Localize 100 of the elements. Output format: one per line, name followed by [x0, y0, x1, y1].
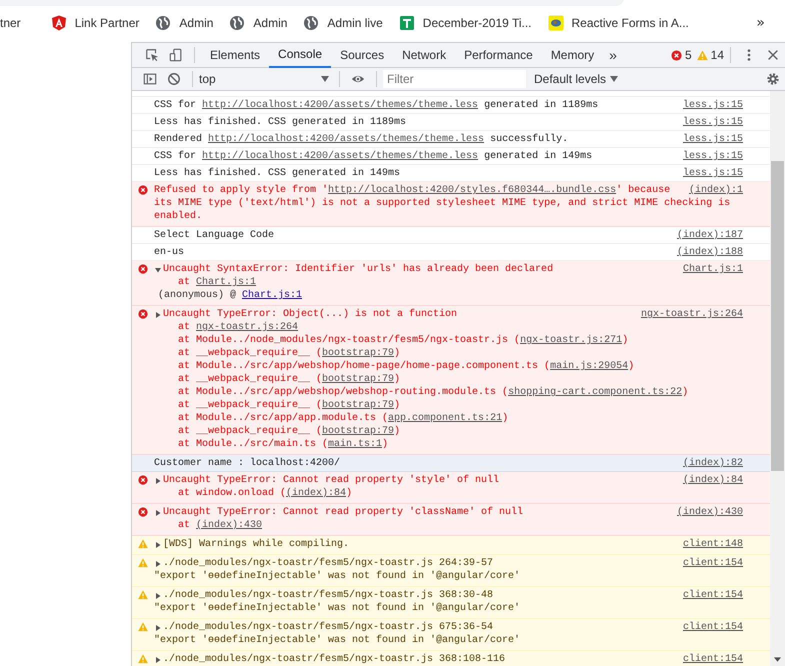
source-link[interactable]: http://localhost:4200/assets/themes/theme.less [202, 100, 478, 111]
source-link[interactable]: (index):84 [682, 474, 743, 487]
settings-icon[interactable] [766, 72, 780, 86]
message-text: Uncaught TypeError: Cannot read property 'style' of null [163, 474, 500, 487]
sidebar-toggle-icon[interactable] [143, 72, 157, 86]
scroll-down-icon[interactable] [774, 657, 781, 662]
error-count[interactable]: 5 [670, 48, 692, 62]
caret-icon[interactable] [155, 312, 161, 318]
bookmark[interactable]: December-2019 Ti... [388, 15, 538, 31]
source-link[interactable]: Chart.js:1 [242, 290, 302, 301]
image-icon [548, 15, 564, 31]
warning-count[interactable]: 14 [696, 48, 724, 62]
caret-icon[interactable] [155, 656, 161, 662]
source-link[interactable]: less.js:15 [682, 150, 743, 163]
scrollbar-thumb[interactable] [771, 161, 784, 471]
source-link[interactable]: bootstrap:79 [322, 400, 394, 411]
more-tabs-button[interactable]: » [603, 47, 623, 63]
caret-icon[interactable] [155, 592, 161, 598]
message-text: at __webpack_require__ (bootstrap:79) [177, 399, 400, 412]
source-link[interactable]: bootstrap:79 [322, 348, 394, 359]
message-text: ./node_modules/ngx-toastr/fesm5/ngx-toastr.js 368:30-48 [163, 589, 494, 602]
levels-dropdown[interactable]: Default levels [534, 72, 618, 86]
error-icon [670, 50, 682, 60]
error-icon [138, 264, 148, 274]
source-link[interactable]: (index):82 [682, 457, 743, 470]
devtools-tab[interactable]: Memory [542, 42, 604, 68]
message-text: at Module../src/app/webshop/home-page/home-page.component.ts (main.js:29054) [177, 360, 634, 373]
context-select[interactable]: top [199, 72, 333, 86]
source-link[interactable]: Chart.js:1 [196, 277, 256, 288]
devtools-tab[interactable]: Network [393, 42, 456, 68]
message-text: at __webpack_require__ (bootstrap:79) [177, 347, 400, 360]
message-text: "export 'ɵɵdefineInjectable' was not found in '@angular/core' [154, 634, 520, 647]
bookmark[interactable]: Admin [145, 15, 220, 31]
source-link[interactable]: client:154 [682, 557, 743, 570]
source-link[interactable]: (index):188 [676, 246, 743, 259]
message-text: Less has finished. CSS generated in 149ms [154, 167, 400, 180]
source-link[interactable]: client:148 [682, 538, 743, 551]
message-text: Uncaught TypeError: Cannot read property 'className' of null [163, 506, 524, 519]
source-link[interactable]: app.component.ts:21 [388, 413, 502, 424]
caret-icon[interactable] [155, 624, 161, 630]
caret-icon[interactable] [155, 478, 161, 484]
warning-icon [138, 622, 148, 632]
message-text: "export 'ɵɵdefineInjectable' was not found in '@angular/core' [154, 602, 520, 615]
message-text: CSS for http://localhost:4200/assets/themes/theme.less generated in 1189ms [154, 99, 598, 112]
devtools-tab[interactable]: Elements [201, 42, 270, 68]
source-link[interactable]: http://localhost:4200/assets/themes/theme.less [202, 151, 478, 162]
error-icon [138, 475, 148, 485]
caret-icon[interactable] [155, 560, 161, 566]
filter-field[interactable]: Filter [383, 70, 526, 88]
devtools-tab[interactable]: Sources [331, 42, 394, 68]
caret-icon[interactable] [155, 542, 161, 548]
source-link[interactable]: (index):84 [286, 488, 346, 499]
devtools-tab[interactable]: Performance [455, 42, 542, 68]
more-bookmarks-button[interactable]: » [756, 15, 765, 31]
caret-icon[interactable] [155, 266, 161, 272]
bookmark[interactable]: tner [0, 16, 27, 30]
source-link[interactable]: less.js:15 [682, 167, 743, 180]
source-link[interactable]: http://localhost:4200/styles.f680344….bundle.css [328, 185, 616, 196]
source-link[interactable]: shopping-cart.component.ts:22 [508, 387, 682, 398]
scrollbar[interactable] [770, 91, 785, 666]
source-link[interactable]: less.js:15 [682, 99, 743, 112]
source-link[interactable]: bootstrap:79 [322, 426, 394, 437]
source-link[interactable]: (index):430 [676, 506, 743, 519]
source-link[interactable]: (index):1 [688, 184, 743, 197]
bookmark[interactable]: Admin live [293, 15, 389, 31]
source-link[interactable]: (index):430 [196, 520, 262, 531]
source-link[interactable]: bootstrap:79 [322, 374, 394, 385]
message-text: at window.onload ((index):84) [177, 487, 352, 500]
message-text: at (index):430 [177, 519, 262, 532]
source-link[interactable]: main.js:29054 [550, 361, 628, 372]
source-link[interactable]: main.ts:1 [328, 439, 382, 450]
source-link[interactable]: client:154 [682, 589, 743, 602]
message-text: CSS for http://localhost:4200/assets/themes/theme.less generated in 149ms [154, 150, 592, 163]
bookmark[interactable]: Admin [219, 15, 294, 31]
device-icon[interactable] [169, 48, 183, 62]
bookmark[interactable]: Link Partner [40, 15, 146, 31]
bookmark[interactable]: Reactive Forms in A... [538, 15, 695, 31]
source-link[interactable]: http://localhost:4200/assets/themes/theme.less [208, 134, 484, 145]
close-icon[interactable] [766, 48, 780, 62]
source-link[interactable]: ngx-toastr.js:264 [196, 322, 298, 333]
call-site-text: (anonymous) @ Chart.js:1 [157, 289, 302, 302]
globe-icon [229, 15, 246, 31]
source-link[interactable]: ngx-toastr.js:271 [520, 335, 622, 346]
source-link[interactable]: client:154 [682, 653, 743, 666]
caret-icon[interactable] [155, 510, 161, 516]
source-link[interactable]: less.js:15 [682, 116, 743, 129]
message-text: at Module../node_modules/ngx-toastr/fesm5/ngx-toastr.js (ngx-toastr.js:271) [177, 334, 628, 347]
message-text: its MIME type ('text/html') is not a supported stylesheet MIME type, and strict MIME checking is [154, 197, 730, 210]
inspect-icon[interactable] [145, 48, 159, 62]
source-link[interactable]: (index):187 [676, 229, 743, 242]
message-text: Less has finished. CSS generated in 1189ms [154, 116, 406, 129]
source-link[interactable]: Chart.js:1 [682, 263, 743, 276]
message-text: Refused to apply style from 'http://localhost:4200/styles.f680344….bundle.css' because [154, 184, 670, 197]
message-text: Customer name : localhost:4200/ [154, 457, 340, 470]
source-link[interactable]: less.js:15 [682, 133, 743, 146]
source-link[interactable]: client:154 [682, 621, 743, 634]
sheet-icon [398, 15, 415, 31]
globe-icon [303, 15, 320, 31]
clear-console-icon[interactable] [167, 72, 181, 86]
source-link[interactable]: ngx-toastr.js:264 [640, 308, 743, 321]
